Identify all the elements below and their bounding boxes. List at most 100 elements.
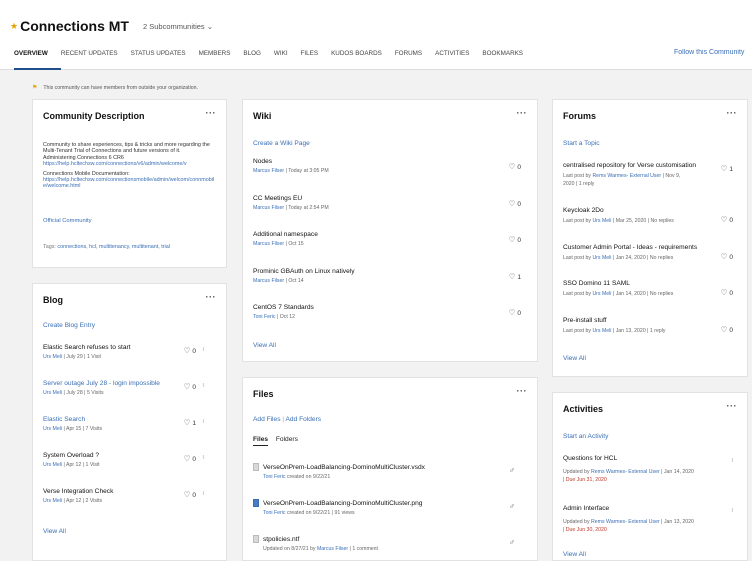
blog-entry-title[interactable]: Elastic Search refuses to start [43,344,171,351]
create-wiki-page-link[interactable]: Create a Wiki Page [253,140,310,147]
forum-topic[interactable]: SSO Domino 11 SAML Last post by Urs Meli … [563,280,725,298]
wiki-page-title[interactable]: CentOS 7 Standards [253,304,527,311]
like-count[interactable]: ♡ 0 [184,346,196,355]
like-count[interactable]: ♡ 0 [184,382,196,391]
tab-bookmarks[interactable]: BOOKMARKS [482,49,536,70]
more-icon[interactable]: ··· [727,108,738,118]
blog-entry-title[interactable]: Verse Integration Check [43,488,171,495]
wiki-view-all-link[interactable]: View All [253,342,276,349]
wiki-page-title[interactable]: CC Meetings EU [253,195,527,202]
forums-view-all-link[interactable]: View All [563,355,586,362]
author-link[interactable]: Urs Meli [43,426,62,432]
like-count[interactable]: ♡ 0 [509,235,521,244]
author-link[interactable]: Rems Warmes- External User [591,469,660,475]
more-icon[interactable]: ··· [206,108,217,118]
forum-topic[interactable]: Keycloak 2Do Last post by Urs Meli | Mar … [563,207,725,225]
more-icon[interactable]: ··· [727,401,738,411]
tab-activities[interactable]: ACTIVITIES [435,49,482,70]
tab-wiki[interactable]: WIKI [274,49,301,70]
create-blog-entry-link[interactable]: Create Blog Entry [43,322,95,329]
author-link[interactable]: Marcus Filser [253,278,284,284]
activity-title[interactable]: Questions for HCL [563,455,725,462]
like-count[interactable]: ♡ 0 [721,215,733,224]
file-name[interactable]: VerseOnPrem-LoadBalancing-DominoMultiClu… [263,464,425,471]
blog-entry[interactable]: Verse Integration Check Urs Meli | Apr 12… [43,488,196,504]
entry-options-icon[interactable]: ∶ [202,418,204,425]
blog-view-all-link[interactable]: View All [43,528,66,535]
file-row[interactable]: VerseOnPrem-LoadBalancing-DominoMultiClu… [253,499,527,516]
tab-forums[interactable]: FORUMS [395,49,435,70]
wiki-page-title[interactable]: Nodes [253,158,527,165]
activity-options-icon[interactable]: ∶ [731,507,733,514]
heart-icon[interactable]: ♡ [184,454,191,463]
forum-topic-title[interactable]: centralised repository for Verse customi… [563,162,725,169]
tab-files[interactable]: FILES [301,49,332,70]
blog-entry[interactable]: System Overload ? Urs Meli | Apr 12 | 1 V… [43,452,196,468]
heart-icon[interactable]: ♡ [509,272,516,281]
like-count[interactable]: ♡ 0 [509,308,521,317]
entry-options-icon[interactable]: ∶ [202,454,204,461]
wiki-page-title[interactable]: Additional namespace [253,231,527,238]
blog-entry-title[interactable]: Server outage July 28 - login impossible [43,380,171,387]
like-count[interactable]: ♡ 0 [184,454,196,463]
heart-icon[interactable]: ♡ [184,346,191,355]
like-count[interactable]: ♡ 1 [509,272,521,281]
heart-icon[interactable]: ♡ [509,162,516,171]
author-link[interactable]: Urs Meli [592,328,611,334]
forum-topic[interactable]: Pre-install stuff Last post by Urs Meli |… [563,317,725,335]
tab-status-updates[interactable]: STATUS UPDATES [131,49,199,70]
like-count[interactable]: ♡ 1 [184,418,196,427]
author-link[interactable]: Urs Meli [592,218,611,224]
share-icon[interactable]: ♂ [509,502,515,511]
tab-folders-list[interactable]: Folders [276,436,298,443]
author-link[interactable]: Marcus Filser [253,168,284,174]
subcommunities-dropdown[interactable]: 2 Subcommunities ⌄ [143,22,213,31]
heart-icon[interactable]: ♡ [184,490,191,499]
tab-members[interactable]: MEMBERS [199,49,244,70]
heart-icon[interactable]: ♡ [721,164,728,173]
add-files-link[interactable]: Add Files [253,416,281,423]
file-name-row[interactable]: VerseOnPrem-LoadBalancing-DominoMultiClu… [253,463,527,471]
heart-icon[interactable]: ♡ [509,199,516,208]
tab-overview[interactable]: OVERVIEW [14,49,61,70]
blog-entry-title[interactable]: System Overload ? [43,452,171,459]
wiki-page[interactable]: Prominic GBAuth on Linux natively Marcus … [253,268,527,284]
more-icon[interactable]: ··· [517,386,528,396]
follow-community-link[interactable]: Follow this Community [674,49,752,56]
wiki-page[interactable]: CentOS 7 Standards Toni Feric | Oct 12 ♡ 0 [253,304,527,320]
author-link[interactable]: Urs Meli [592,291,611,297]
add-folders-link[interactable]: Add Folders [286,416,322,423]
author-link[interactable]: Marcus Filser [317,546,348,552]
author-link[interactable]: Urs Meli [43,462,62,468]
author-link[interactable]: Toni Feric [263,474,285,480]
heart-icon[interactable]: ♡ [721,215,728,224]
tab-recent-updates[interactable]: RECENT UPDATES [61,49,131,70]
forum-topic-title[interactable]: SSO Domino 11 SAML [563,280,725,287]
activity-item[interactable]: Admin Interface Updated by Rems Warmes- E… [563,505,725,534]
entry-options-icon[interactable]: ∶ [202,346,204,353]
entry-options-icon[interactable]: ∶ [202,490,204,497]
official-community-link[interactable]: Official Community [43,218,92,224]
forum-topic[interactable]: centralised repository for Verse customi… [563,162,725,188]
mobile-doc-link[interactable]: https://help.hcltechsw.com/connectionsmo… [43,177,216,190]
file-name-row[interactable]: VerseOnPrem-LoadBalancing-DominoMultiClu… [253,499,527,507]
file-name-row[interactable]: stpolicies.ntf [253,535,527,543]
tab-kudos-boards[interactable]: KUDOS BOARDS [331,49,395,70]
more-icon[interactable]: ··· [206,292,217,302]
author-link[interactable]: Urs Meli [43,354,62,360]
like-count[interactable]: ♡ 1 [721,164,733,173]
author-link[interactable]: Urs Meli [43,498,62,504]
tab-files-list[interactable]: Files [253,436,269,446]
blog-entry[interactable]: Elastic Search refuses to start Urs Meli … [43,344,196,360]
heart-icon[interactable]: ♡ [721,288,728,297]
blog-entry[interactable]: Elastic Search Urs Meli | Apr 15 | 7 Visi… [43,416,196,432]
author-link[interactable]: Urs Meli [43,390,62,396]
file-name[interactable]: stpolicies.ntf [263,536,299,543]
file-name[interactable]: VerseOnPrem-LoadBalancing-DominoMultiClu… [263,500,422,507]
like-count[interactable]: ♡ 0 [721,252,733,261]
forum-topic-title[interactable]: Keycloak 2Do [563,207,725,214]
share-icon[interactable]: ♂ [509,538,515,547]
like-count[interactable]: ♡ 0 [721,325,733,334]
start-activity-link[interactable]: Start an Activity [563,433,608,440]
author-link[interactable]: Toni Feric [263,510,285,516]
